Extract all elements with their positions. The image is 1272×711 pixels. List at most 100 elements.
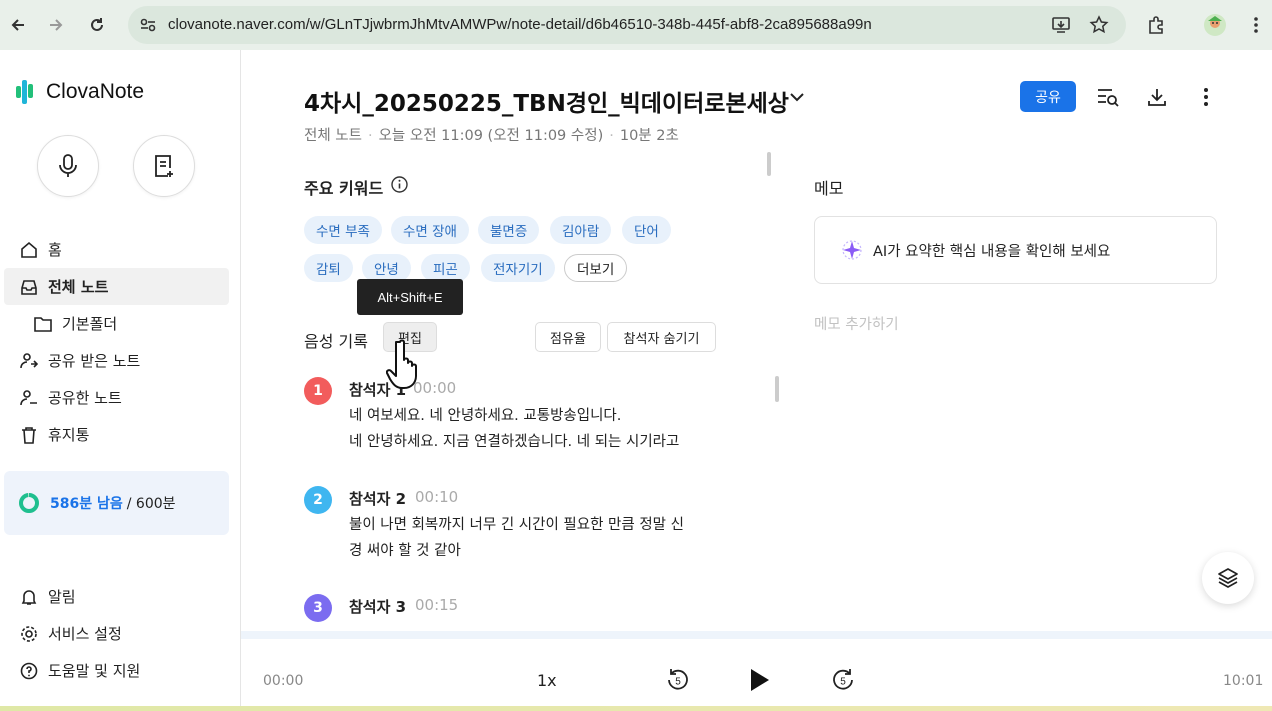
profile-avatar[interactable] (1202, 12, 1228, 38)
keywords-title: 주요 키워드 (304, 179, 384, 198)
sidebar-item-notifications[interactable]: 알림 (4, 578, 229, 615)
share-rate-button[interactable]: 점유율 (535, 322, 601, 352)
sidebar-item-home[interactable]: 홈 (4, 231, 229, 268)
bookmark-star-icon[interactable] (1088, 14, 1110, 36)
transcript-line[interactable]: 네 안녕하세요. 지금 연결하겠습니다. 네 되는 시기라고 (349, 429, 679, 455)
edit-shortcut-tooltip: Alt+Shift+E (357, 279, 463, 315)
shared-in-icon (18, 350, 40, 372)
transcript-line[interactable]: 불이 나면 회복까지 너무 긴 시간이 필요한 만큼 정말 신 (349, 512, 684, 538)
download-icon[interactable] (1144, 84, 1170, 110)
transcript-scrollbar[interactable] (775, 376, 779, 402)
voice-record-title: 음성 기록 (304, 332, 368, 351)
sidebar-item-all-notes[interactable]: 전체 노트 (4, 268, 229, 305)
sidebar-item-shared-received[interactable]: 공유 받은 노트 (4, 342, 229, 379)
usage-quota: 586분 남음 / 600분 (4, 471, 229, 535)
ai-summary-text: AI가 요약한 핵심 내용을 확인해 보세요 (873, 243, 1111, 260)
keyword-chip[interactable]: 불면증 (478, 216, 540, 244)
home-icon (18, 239, 40, 261)
quota-remaining: 586분 남음 (50, 496, 123, 512)
browser-menu-icon[interactable] (1243, 12, 1269, 38)
rewind-5-button[interactable]: 5 (663, 665, 693, 695)
logo[interactable]: ClovaNote (16, 80, 144, 104)
keyword-chip[interactable]: 김아람 (550, 216, 612, 244)
keyword-chip[interactable]: 수면 장애 (391, 216, 469, 244)
keyword-chip[interactable]: 수면 부족 (304, 216, 382, 244)
record-button[interactable] (37, 135, 99, 197)
meta-modified: 오늘 오전 11:09 (오전 11:09 수정) (378, 128, 604, 144)
note-meta: 전체 노트 · 오늘 오전 11:09 (오전 11:09 수정) · 10분 2초 (304, 128, 679, 144)
info-icon[interactable] (391, 176, 408, 193)
search-text-icon[interactable] (1095, 84, 1121, 110)
keyword-chip[interactable]: 안녕 (362, 254, 411, 282)
inbox-icon (18, 276, 40, 298)
gear-icon (18, 623, 40, 645)
microphone-icon (59, 154, 77, 177)
more-options-icon[interactable] (1193, 84, 1219, 110)
install-app-icon[interactable] (1050, 14, 1072, 36)
new-note-icon (155, 155, 173, 177)
total-time: 10:01 (1223, 673, 1264, 689)
hide-speakers-button[interactable]: 참석자 숨기기 (607, 322, 716, 352)
add-memo-input[interactable]: 메모 추가하기 (814, 313, 899, 334)
site-settings-icon[interactable] (138, 15, 158, 35)
help-icon (18, 660, 40, 682)
sidebar-item-label: 알림 (48, 588, 76, 606)
sidebar-item-settings[interactable]: 서비스 설정 (4, 615, 229, 652)
keywords-scrollbar[interactable] (767, 152, 771, 176)
speaker-time[interactable]: 00:10 (415, 488, 458, 506)
sidebar-item-label: 공유 받은 노트 (48, 352, 141, 370)
sidebar-item-label: 홈 (48, 241, 62, 259)
sidebar-item-label: 휴지통 (48, 426, 90, 444)
new-note-button[interactable] (133, 135, 195, 197)
ai-summary-card[interactable]: AI가 요약한 핵심 내용을 확인해 보세요 (814, 216, 1217, 284)
sidebar-item-label: 서비스 설정 (48, 625, 122, 643)
transcript-line[interactable]: 네 여보세요. 네 안녕하세요. 교통방송입니다. (349, 403, 621, 429)
sidebar-item-trash[interactable]: 휴지통 (4, 416, 229, 453)
speaker-name[interactable]: 참석자 3 (349, 596, 406, 617)
speaker-name[interactable]: 참석자 2 (349, 488, 406, 509)
speaker-badge: 3 (304, 594, 332, 622)
extensions-icon[interactable] (1143, 12, 1169, 38)
layers-icon (1218, 568, 1238, 588)
keyword-chip[interactable]: 피곤 (421, 254, 470, 282)
meta-duration: 10분 2초 (619, 128, 679, 144)
address-bar[interactable]: clovanote.naver.com/w/GLnTJjwbrmJhMtvAMW… (128, 6, 1126, 44)
shared-out-icon (18, 387, 40, 409)
svg-text:5: 5 (840, 677, 846, 688)
note-title[interactable]: 4차시_20250225_TBN경인_빅데이터로본세상 (304, 84, 789, 118)
forward-icon[interactable] (42, 11, 70, 39)
forward-5-button[interactable]: 5 (828, 665, 858, 695)
sidebar-item-default-folder[interactable]: 기본폴더 (18, 305, 229, 342)
logo-text: ClovaNote (46, 80, 145, 103)
memo-title: 메모 (814, 179, 844, 198)
reload-icon[interactable] (83, 11, 111, 39)
speaker-badge: 2 (304, 486, 332, 514)
current-time: 00:00 (263, 673, 304, 689)
ai-sparkle-icon (842, 240, 862, 260)
speaker-time[interactable]: 00:15 (415, 596, 458, 614)
url-text[interactable]: clovanote.naver.com/w/GLnTJjwbrmJhMtvAMW… (168, 16, 872, 33)
svg-text:5: 5 (675, 677, 681, 688)
chevron-down-icon[interactable] (788, 88, 806, 106)
back-icon[interactable] (4, 11, 32, 39)
meta-folder[interactable]: 전체 노트 (304, 128, 362, 144)
layers-button[interactable] (1202, 552, 1254, 604)
play-icon (751, 669, 769, 691)
keyword-chip[interactable]: 감퇴 (304, 254, 353, 282)
play-button[interactable] (744, 665, 774, 695)
folder-icon (32, 313, 54, 335)
trash-icon (18, 424, 40, 446)
fast-forward-icon: 5 (833, 669, 853, 690)
hand-cursor-icon (386, 339, 417, 389)
quota-ring-icon (19, 493, 39, 513)
keyword-chip[interactable]: 단어 (622, 216, 671, 244)
share-button[interactable]: 공유 (1020, 81, 1076, 112)
keywords-more-button[interactable]: 더보기 (564, 254, 628, 282)
playback-speed-button[interactable]: 1x (537, 671, 557, 690)
sidebar-item-help[interactable]: 도움말 및 지원 (4, 652, 229, 689)
taskbar-edge (0, 706, 1272, 711)
sidebar-item-shared-sent[interactable]: 공유한 노트 (4, 379, 229, 416)
browser-toolbar: clovanote.naver.com/w/GLnTJjwbrmJhMtvAMW… (0, 0, 1272, 50)
transcript-line[interactable]: 경 써야 할 것 같아 (349, 538, 461, 564)
keyword-chip[interactable]: 전자기기 (481, 254, 555, 282)
